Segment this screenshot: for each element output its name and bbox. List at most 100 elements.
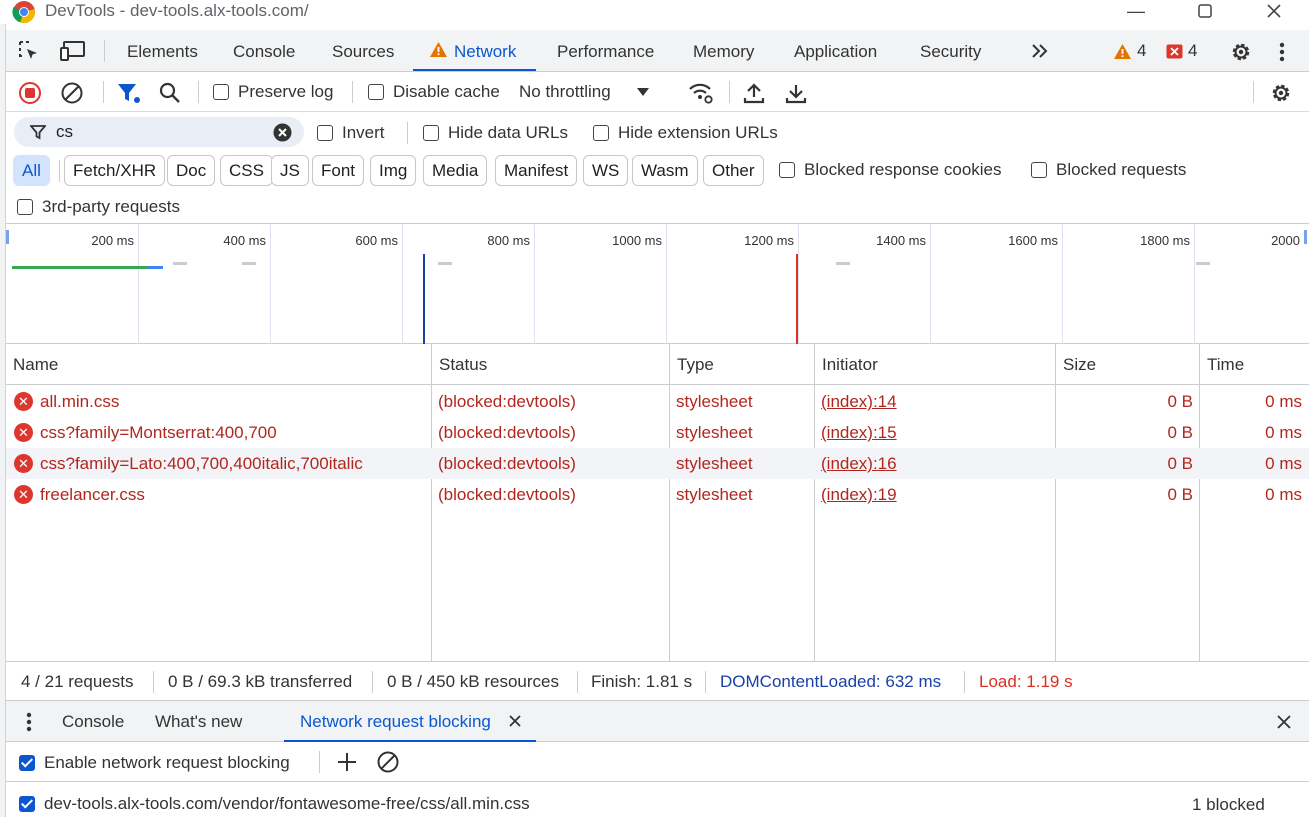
tab-security[interactable]: Security <box>920 30 981 71</box>
type-filter-media[interactable]: Media <box>423 155 488 186</box>
tab-elements[interactable]: Elements <box>127 30 198 71</box>
add-pattern-button[interactable] <box>335 750 359 774</box>
tab-sources[interactable]: Sources <box>332 30 394 71</box>
device-toolbar-button[interactable] <box>58 38 88 64</box>
checkbox-box[interactable] <box>368 84 384 100</box>
checkbox-box[interactable] <box>213 84 229 100</box>
checkbox-box[interactable] <box>17 199 33 215</box>
checkbox-box[interactable] <box>423 125 439 141</box>
enable-blocking-checkbox[interactable]: Enable network request blocking <box>19 753 290 773</box>
third-party-requests-checkbox[interactable]: 3rd-party requests <box>17 197 180 217</box>
type-filter-js[interactable]: JS <box>271 155 309 186</box>
stop-recording-button[interactable] <box>17 80 43 106</box>
checkbox-box[interactable] <box>317 125 333 141</box>
drawer-tab-whats-new[interactable]: What's new <box>155 701 242 742</box>
search-icon <box>159 82 180 103</box>
tab-performance[interactable]: Performance <box>557 30 654 71</box>
tab-memory[interactable]: Memory <box>693 30 754 71</box>
request-size: 0 B <box>1167 423 1193 442</box>
timeline-right-handle[interactable] <box>1304 230 1307 244</box>
initiator-link[interactable]: (index):16 <box>821 454 897 473</box>
type-filter-fetch-xhr[interactable]: Fetch/XHR <box>64 155 166 186</box>
filter-input[interactable]: cs <box>14 117 304 147</box>
table-row[interactable]: ✕ freelancer.css (blocked:devtools) styl… <box>6 479 1309 510</box>
errors-counter[interactable]: 4 <box>1166 41 1197 61</box>
request-type: stylesheet <box>676 423 753 442</box>
column-header-size[interactable]: Size <box>1056 344 1199 385</box>
column-header-initiator[interactable]: Initiator <box>815 344 1055 385</box>
table-row[interactable]: ✕ all.min.css (blocked:devtools) stylesh… <box>6 386 1309 417</box>
type-filter-font[interactable]: Font <box>312 155 365 186</box>
checkbox-box[interactable] <box>1031 162 1047 178</box>
checkbox-box[interactable] <box>19 755 35 771</box>
checkbox-box[interactable] <box>779 162 795 178</box>
import-har-button[interactable] <box>742 80 766 106</box>
hide-extension-urls-checkbox[interactable]: Hide extension URLs <box>593 123 778 143</box>
tab-network[interactable]: Network <box>413 30 537 71</box>
timeline-left-handle[interactable] <box>6 230 9 244</box>
clear-filter-button[interactable] <box>272 122 292 142</box>
drawer-menu-button[interactable] <box>20 711 38 733</box>
checkbox-box[interactable] <box>19 796 35 812</box>
table-row[interactable]: ✕ css?family=Montserrat:400,700 (blocked… <box>6 417 1309 448</box>
separator <box>104 40 105 62</box>
settings-button[interactable] <box>1228 39 1254 65</box>
timeline-tick-label: 1000 ms <box>612 233 662 248</box>
type-filter-doc[interactable]: Doc <box>167 155 216 186</box>
export-har-button[interactable] <box>784 80 808 106</box>
filter-toggle-button[interactable] <box>115 80 143 106</box>
initiator-link[interactable]: (index):15 <box>821 423 897 442</box>
close-drawer-button[interactable] <box>1274 712 1294 732</box>
overview-timeline[interactable]: 200 ms 400 ms 600 ms 800 ms 1000 ms 1200… <box>6 224 1309 344</box>
pattern-enabled-checkbox[interactable]: dev-tools.alx-tools.com/vendor/fontaweso… <box>19 794 530 814</box>
type-filter-ws[interactable]: WS <box>583 155 629 186</box>
initiator-link[interactable]: (index):19 <box>821 485 897 504</box>
drawer-tab-network-request-blocking[interactable]: Network request blocking <box>284 701 536 742</box>
column-header-type[interactable]: Type <box>670 344 814 385</box>
warnings-counter[interactable]: 4 <box>1113 41 1146 61</box>
inspect-element-button[interactable] <box>16 38 42 64</box>
type-filter-css[interactable]: CSS <box>220 155 273 186</box>
download-icon <box>785 85 807 104</box>
tab-application[interactable]: Application <box>794 30 877 71</box>
more-tabs-button[interactable] <box>1028 39 1052 63</box>
close-window-button[interactable] <box>1244 0 1304 24</box>
minimize-button[interactable]: — <box>1106 0 1166 24</box>
preserve-log-checkbox[interactable]: Preserve log <box>213 82 333 102</box>
remove-all-patterns-button[interactable] <box>376 750 400 774</box>
customize-menu-button[interactable] <box>1272 39 1292 65</box>
blocked-response-cookies-label: Blocked response cookies <box>804 160 1002 179</box>
tab-console[interactable]: Console <box>233 30 295 71</box>
blocked-pattern-row[interactable]: dev-tools.alx-tools.com/vendor/fontaweso… <box>6 782 1309 817</box>
type-filter-img[interactable]: Img <box>370 155 417 186</box>
disable-cache-checkbox[interactable]: Disable cache <box>368 82 500 102</box>
request-type: stylesheet <box>676 485 753 504</box>
separator <box>153 671 154 693</box>
timeline-gridline <box>534 224 535 344</box>
invert-checkbox[interactable]: Invert <box>317 123 385 143</box>
search-button[interactable] <box>157 80 183 106</box>
type-filter-manifest[interactable]: Manifest <box>495 155 578 186</box>
initiator-link[interactable]: (index):14 <box>821 392 897 411</box>
type-filter-other[interactable]: Other <box>703 155 764 186</box>
type-filter-all[interactable]: All <box>13 155 50 186</box>
blocked-response-cookies-checkbox[interactable]: Blocked response cookies <box>779 160 1002 180</box>
blocked-requests-label: Blocked requests <box>1056 160 1187 179</box>
maximize-button[interactable] <box>1175 0 1235 24</box>
type-filter-wasm[interactable]: Wasm <box>632 155 698 186</box>
clear-button[interactable] <box>59 80 85 106</box>
close-tab-icon[interactable] <box>508 714 522 728</box>
column-header-status[interactable]: Status <box>432 344 669 385</box>
warning-icon <box>430 42 447 57</box>
network-settings-button[interactable] <box>1268 80 1294 106</box>
column-header-time[interactable]: Time <box>1200 344 1309 385</box>
network-conditions-button[interactable] <box>686 80 716 106</box>
blocked-requests-checkbox[interactable]: Blocked requests <box>1031 160 1186 180</box>
drawer-tab-console[interactable]: Console <box>62 701 124 742</box>
throttling-select[interactable]: No throttling <box>519 82 649 102</box>
column-header-name[interactable]: Name <box>6 344 431 385</box>
table-row[interactable]: ✕ css?family=Lato:400,700,400italic,700i… <box>6 448 1309 479</box>
third-party-requests-label: 3rd-party requests <box>42 197 180 216</box>
checkbox-box[interactable] <box>593 125 609 141</box>
hide-data-urls-checkbox[interactable]: Hide data URLs <box>423 123 568 143</box>
